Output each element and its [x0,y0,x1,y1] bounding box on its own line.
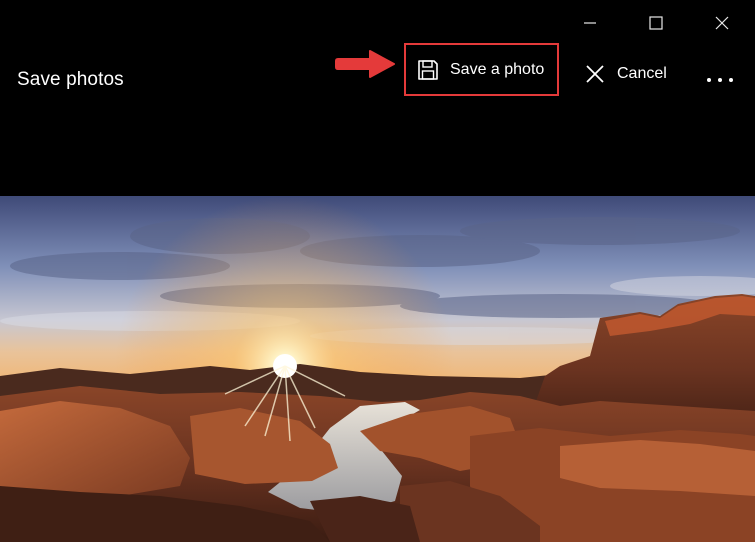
page-title: Save photos [17,69,124,90]
floppy-disk-icon [417,59,439,81]
window-controls [557,0,755,46]
more-options-button[interactable] [700,64,740,94]
photo-preview [0,196,755,542]
minimize-icon [583,16,597,30]
cancel-label: Cancel [617,65,667,82]
save-photo-label: Save a photo [450,60,545,78]
save-photo-button[interactable]: Save a photo [404,43,559,96]
cancel-button[interactable]: Cancel [584,62,667,86]
close-button[interactable] [689,0,755,46]
maximize-button[interactable] [623,0,689,46]
more-ellipsis-icon [705,70,735,88]
red-arrow-annotation [335,50,395,78]
canyon-sunset-image [0,196,755,542]
photos-app-window: Save photos Save a photo Cancel [0,0,755,542]
x-icon [584,63,606,85]
minimize-button[interactable] [557,0,623,46]
close-icon [715,16,729,30]
maximize-icon [649,16,663,30]
